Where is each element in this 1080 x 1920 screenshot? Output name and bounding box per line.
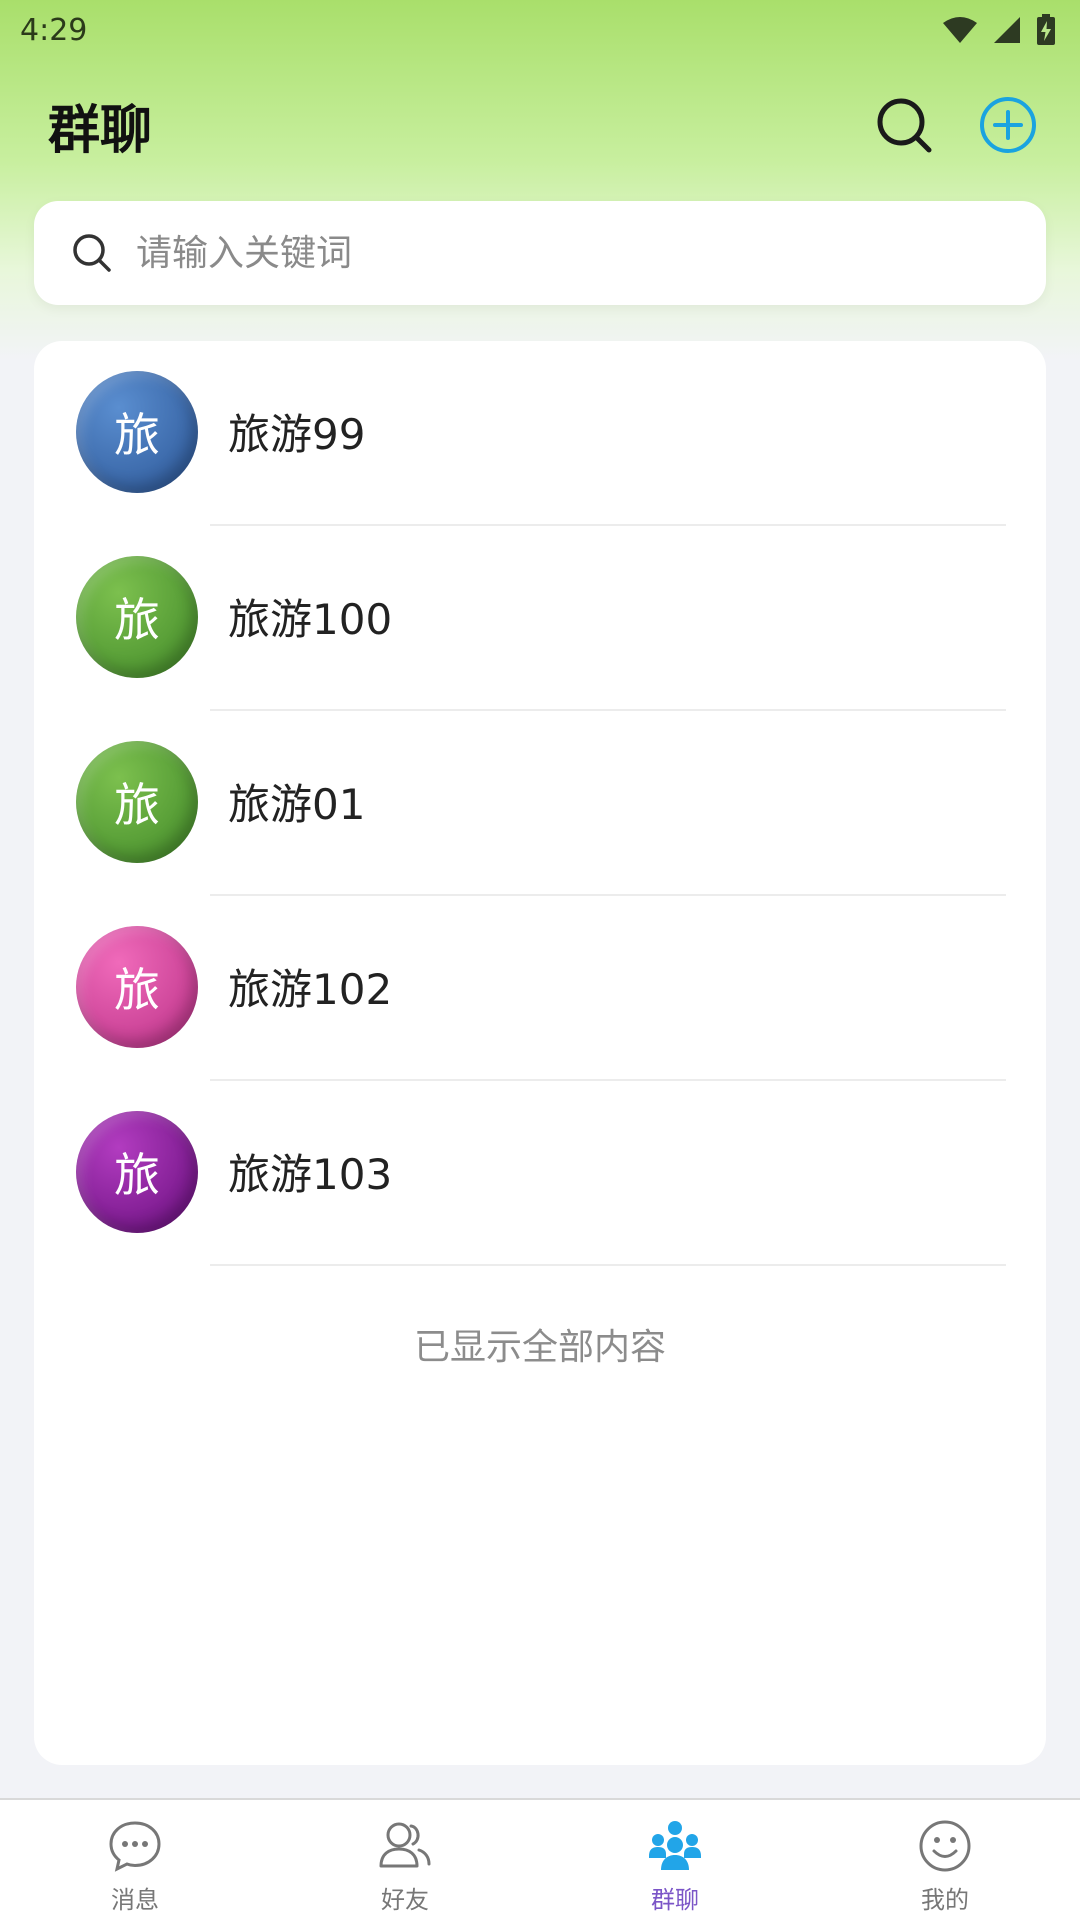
search-icon <box>877 98 932 153</box>
app-header: 群聊 <box>0 80 1080 170</box>
group-name: 旅游102 <box>228 965 393 1014</box>
group-name: 旅游99 <box>228 410 366 459</box>
group-name: 旅游103 <box>228 1150 393 1199</box>
group-avatar: 旅 <box>76 741 198 863</box>
group-avatar: 旅 <box>76 371 198 493</box>
group-row[interactable]: 旅 旅游99 <box>34 341 1046 526</box>
header-actions <box>872 93 1040 157</box>
plus-circle-icon <box>980 97 1036 153</box>
group-row[interactable]: 旅 旅游102 <box>34 896 1046 1081</box>
signal-icon <box>994 17 1020 43</box>
group-row[interactable]: 旅 旅游01 <box>34 711 1046 896</box>
chat-bubble-icon <box>109 1821 161 1872</box>
group-icon <box>649 1821 701 1870</box>
search-button[interactable] <box>872 93 936 157</box>
tab-label: 我的 <box>921 1886 969 1914</box>
friends-icon <box>379 1822 431 1868</box>
tab-label: 好友 <box>381 1886 429 1914</box>
tab-label: 群聊 <box>651 1886 699 1914</box>
status-time: 4:29 <box>20 12 88 48</box>
add-button[interactable] <box>976 93 1040 157</box>
search-box[interactable] <box>34 201 1046 305</box>
list-end-text: 已显示全部内容 <box>413 1327 666 1368</box>
group-row[interactable]: 旅 旅游100 <box>34 526 1046 711</box>
tab-groups[interactable]: 群聊 <box>540 1800 810 1920</box>
status-icons <box>942 14 1056 46</box>
group-name: 旅游100 <box>228 595 393 644</box>
tab-messages[interactable]: 消息 <box>0 1800 270 1920</box>
tab-label: 消息 <box>111 1886 159 1914</box>
search-input[interactable] <box>136 232 1010 274</box>
page-title: 群聊 <box>48 100 153 161</box>
group-avatar: 旅 <box>76 926 198 1048</box>
search-icon <box>73 234 111 272</box>
wifi-icon <box>943 17 977 43</box>
group-name: 旅游01 <box>228 780 366 829</box>
smiley-icon <box>919 1820 971 1872</box>
battery-icon <box>1037 14 1055 45</box>
group-row[interactable]: 旅 旅游103 <box>34 1081 1046 1266</box>
row-divider <box>210 1264 1006 1266</box>
group-list: 旅 旅游99 旅 旅游100 旅 旅游01 旅 旅游102 旅 旅游103 已显… <box>34 341 1046 1765</box>
tab-friends[interactable]: 好友 <box>270 1800 540 1920</box>
group-avatar: 旅 <box>76 1111 198 1233</box>
bottom-tab-bar: 消息 好友 群聊 我的 <box>0 1798 1080 1920</box>
tab-me[interactable]: 我的 <box>810 1800 1080 1920</box>
group-avatar: 旅 <box>76 556 198 678</box>
status-bar: 4:29 <box>0 0 1080 60</box>
